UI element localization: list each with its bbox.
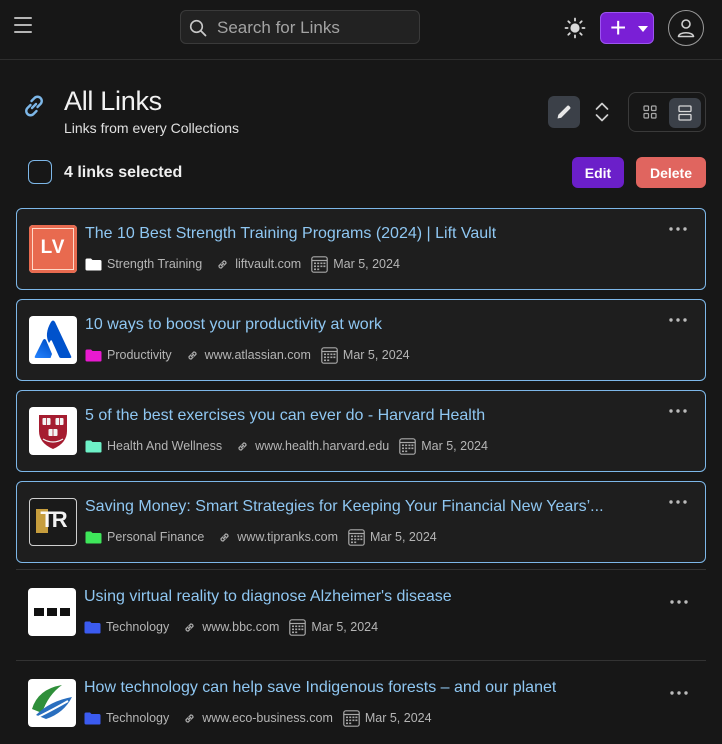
- link-title[interactable]: Saving Money: Smart Strategies for Keepi…: [85, 498, 604, 516]
- more-options-icon[interactable]: [669, 318, 687, 322]
- page-header: All Links Links from every Collections: [0, 60, 722, 150]
- search-input[interactable]: [217, 17, 412, 39]
- menu-icon[interactable]: [14, 17, 36, 37]
- folder-icon: [85, 440, 102, 452]
- collection-name[interactable]: Productivity: [107, 348, 172, 362]
- link-date: Mar 5, 2024: [342, 348, 410, 362]
- link-meta: Strength Training liftvault.com Mar 5, 2…: [85, 255, 400, 273]
- link-icon: [218, 259, 227, 269]
- chevron-down-icon: [638, 26, 648, 32]
- calendar-icon: [348, 528, 365, 546]
- link-meta: Technology www.bbc.com Mar 5, 2024: [84, 618, 378, 636]
- collection-name[interactable]: Technology: [106, 620, 169, 634]
- list-view-button[interactable]: [669, 98, 701, 128]
- link-icon: [220, 532, 229, 542]
- collection-name[interactable]: Personal Finance: [107, 530, 204, 544]
- link-title[interactable]: The 10 Best Strength Training Programs (…: [85, 225, 496, 243]
- edit-button[interactable]: Edit: [572, 157, 624, 188]
- link-icon: [187, 350, 197, 360]
- folder-icon: [84, 621, 101, 633]
- collection-name[interactable]: Strength Training: [107, 257, 202, 271]
- page-subtitle: Links from every Collections: [64, 120, 240, 136]
- collection-name[interactable]: Technology: [106, 711, 169, 725]
- folder-icon: [84, 712, 101, 724]
- link-title[interactable]: 10 ways to boost your productivity at wo…: [85, 316, 382, 334]
- plus-icon: +: [610, 12, 627, 43]
- sun-icon[interactable]: [564, 17, 586, 39]
- shield-icon: [39, 415, 67, 449]
- link-title[interactable]: Using virtual reality to diagnose Alzhei…: [84, 588, 452, 606]
- view-mode-toggle: [628, 92, 706, 132]
- collection-name[interactable]: Health And Wellness: [107, 439, 222, 453]
- more-options-icon[interactable]: [669, 409, 687, 413]
- select-all-checkbox[interactable]: [28, 160, 52, 184]
- folder-icon: [85, 349, 102, 361]
- link-card[interactable]: How technology can help save Indigenous …: [16, 660, 706, 742]
- calendar-icon: [289, 618, 307, 636]
- link-domain: www.bbc.com: [202, 620, 280, 634]
- grid-icon: [643, 105, 657, 119]
- link-icon: [185, 622, 194, 632]
- link-meta: Technology www.eco-business.com Mar 5, 2…: [84, 709, 432, 727]
- more-options-icon[interactable]: [669, 500, 687, 504]
- pencil-icon: [557, 105, 571, 119]
- more-options-icon[interactable]: [670, 600, 688, 604]
- calendar-icon: [321, 346, 338, 364]
- link-date: Mar 5, 2024: [421, 439, 488, 453]
- user-avatar-button[interactable]: [668, 10, 704, 46]
- bulk-edit-toggle-button[interactable]: [548, 96, 580, 128]
- leaf-icon: [30, 681, 74, 725]
- link-icon: [185, 713, 194, 723]
- calendar-icon: [343, 709, 360, 727]
- selection-bar: 4 links selected Edit Delete: [0, 150, 722, 196]
- more-options-icon[interactable]: [670, 691, 688, 695]
- link-date: Mar 5, 2024: [364, 711, 432, 725]
- bbc-logo: [28, 588, 76, 636]
- grid-view-button[interactable]: [635, 98, 665, 126]
- delete-button[interactable]: Delete: [636, 157, 706, 188]
- link-card[interactable]: Using virtual reality to diagnose Alzhei…: [16, 569, 706, 651]
- folder-icon: [85, 531, 102, 543]
- link-domain: www.atlassian.com: [204, 348, 311, 362]
- add-new-button[interactable]: +: [600, 12, 654, 44]
- harvard-shield-logo: [29, 407, 77, 455]
- calendar-icon: [311, 255, 329, 273]
- logo-text: LV: [40, 237, 66, 258]
- link-meta: Personal Finance www.tipranks.com Mar 5,…: [85, 528, 437, 546]
- link-meta: Productivity www.atlassian.com Mar 5, 20…: [85, 346, 410, 364]
- folder-icon: [85, 258, 102, 270]
- selected-count: 4 links selected: [64, 164, 183, 181]
- list-icon: [678, 105, 692, 121]
- link-card[interactable]: LV The 10 Best Strength Training Program…: [16, 208, 706, 290]
- atlassian-icon: [34, 320, 72, 358]
- link-domain: www.health.harvard.edu: [255, 439, 390, 453]
- tipranks-logo: TR: [29, 498, 77, 546]
- user-icon: [677, 19, 695, 38]
- more-options-icon[interactable]: [669, 227, 687, 231]
- link-domain: www.tipranks.com: [237, 530, 339, 544]
- page-title: All Links: [64, 86, 162, 116]
- eco-business-logo: [28, 679, 76, 727]
- link-date: Mar 5, 2024: [311, 620, 379, 634]
- sort-icon[interactable]: [594, 100, 610, 124]
- link-card[interactable]: 10 ways to boost your productivity at wo…: [16, 299, 706, 381]
- link-card[interactable]: TR Saving Money: Smart Strategies for Ke…: [16, 481, 706, 563]
- link-card[interactable]: 5 of the best exercises you can ever do …: [16, 390, 706, 472]
- liftvault-logo: LV: [29, 225, 77, 273]
- link-date: Mar 5, 2024: [370, 530, 437, 544]
- link-icon: [25, 95, 43, 117]
- search-icon: [189, 19, 207, 37]
- link-date: Mar 5, 2024: [333, 257, 400, 271]
- calendar-icon: [399, 437, 417, 455]
- link-meta: Health And Wellness www.health.harvard.e…: [85, 437, 488, 455]
- top-bar: +: [0, 0, 722, 60]
- atlassian-logo: [29, 316, 77, 364]
- link-title[interactable]: How technology can help save Indigenous …: [84, 679, 556, 697]
- link-title[interactable]: 5 of the best exercises you can ever do …: [85, 407, 485, 425]
- link-domain: www.eco-business.com: [202, 711, 333, 725]
- link-icon: [238, 441, 247, 451]
- search-box[interactable]: [180, 10, 420, 44]
- link-domain: liftvault.com: [235, 257, 302, 271]
